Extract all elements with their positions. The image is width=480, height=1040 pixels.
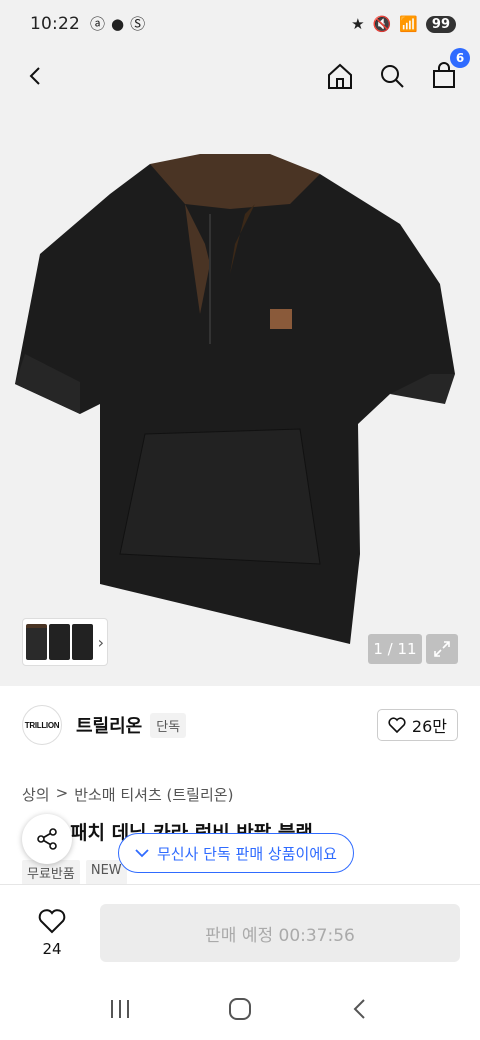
search-icon [381,65,404,88]
image-counter: 1 / 11 [368,634,422,664]
brand-like-button[interactable]: 26만 [376,709,458,741]
cart-button[interactable]: 6 [428,48,470,92]
top-app-bar: 6 [0,48,480,104]
expand-icon [434,641,450,657]
breadcrumb-category[interactable]: 상의 [22,784,50,805]
home-circle-icon [229,997,251,1020]
brand-name[interactable]: 트릴리온 [76,712,142,738]
wishlist-button[interactable]: 24 [20,908,84,958]
breadcrumb: 상의 > 반소매 티셔츠 (트릴리온) [22,784,233,805]
status-time: 10:22 [30,14,80,34]
home-nav-button[interactable] [228,997,252,1025]
back-nav-button[interactable] [348,997,372,1025]
thumbnail-strip[interactable]: › [22,618,108,666]
breadcrumb-subcategory[interactable]: 반소매 티셔츠 (트릴리온) [74,784,233,805]
product-image [15,154,455,644]
currency-icon: Ⓢ [130,14,146,33]
brand-patch [270,309,292,329]
cart-count-badge: 6 [450,48,470,68]
brand-logo-text: TRILLION [24,720,60,730]
mute-icon: 🔇 [372,14,392,33]
share-button[interactable] [22,814,72,864]
search-button[interactable] [376,60,408,92]
recent-apps-button[interactable] [108,998,132,1024]
toast-text: 무신사 단독 판매 상품이에요 [157,844,337,863]
buy-button[interactable]: 판매 예정 00:37:56 [100,904,460,962]
home-button[interactable] [324,60,356,92]
thumbnail-3[interactable] [71,624,93,660]
share-icon [37,828,57,850]
thumbnail-1[interactable] [26,624,47,660]
status-bar: 10:22 ⓐ ● Ⓢ ★ 🔇 📶 99 [0,0,480,48]
brand-logo[interactable]: TRILLION [22,705,62,745]
exclusive-badge: 단독 [150,712,187,738]
heart-icon [388,717,406,733]
product-image-gallery[interactable]: › 1 / 11 [0,104,480,686]
wifi-icon: 📶 [399,14,418,33]
breadcrumb-separator: > [55,784,69,802]
tag-free-return: 무료반품 [22,860,80,885]
brand-like-count: 26만 [411,717,447,736]
chevron-right-icon: › [97,632,104,652]
wishlist-count: 24 [42,940,62,958]
status-system-icons: ★ 🔇 📶 99 [351,14,456,33]
status-notification-icons: ⓐ ● Ⓢ [90,14,146,33]
star-icon: ★ [351,14,365,33]
notification-a-icon: ⓐ [90,14,106,33]
system-navigation-bar [0,981,480,1040]
home-icon [328,63,352,89]
chevron-left-icon [29,67,40,85]
expand-button[interactable] [426,634,458,664]
product-tags: 무료반품 NEW [22,860,127,885]
brand-row: TRILLION 트릴리온 단독 26만 [0,698,480,752]
back-nav-icon [353,998,365,1019]
heart-icon [38,909,66,934]
exclusive-toast[interactable]: 무신사 단독 판매 상품이에요 [118,833,354,873]
thumbnail-2[interactable] [48,624,70,660]
recent-apps-icon [111,999,129,1018]
battery-indicator: 99 [425,15,456,33]
chevron-down-icon [135,849,149,858]
back-button[interactable] [20,60,52,92]
chat-icon: ● [111,14,125,33]
bottom-purchase-bar: 24 판매 예정 00:37:56 [0,885,480,981]
